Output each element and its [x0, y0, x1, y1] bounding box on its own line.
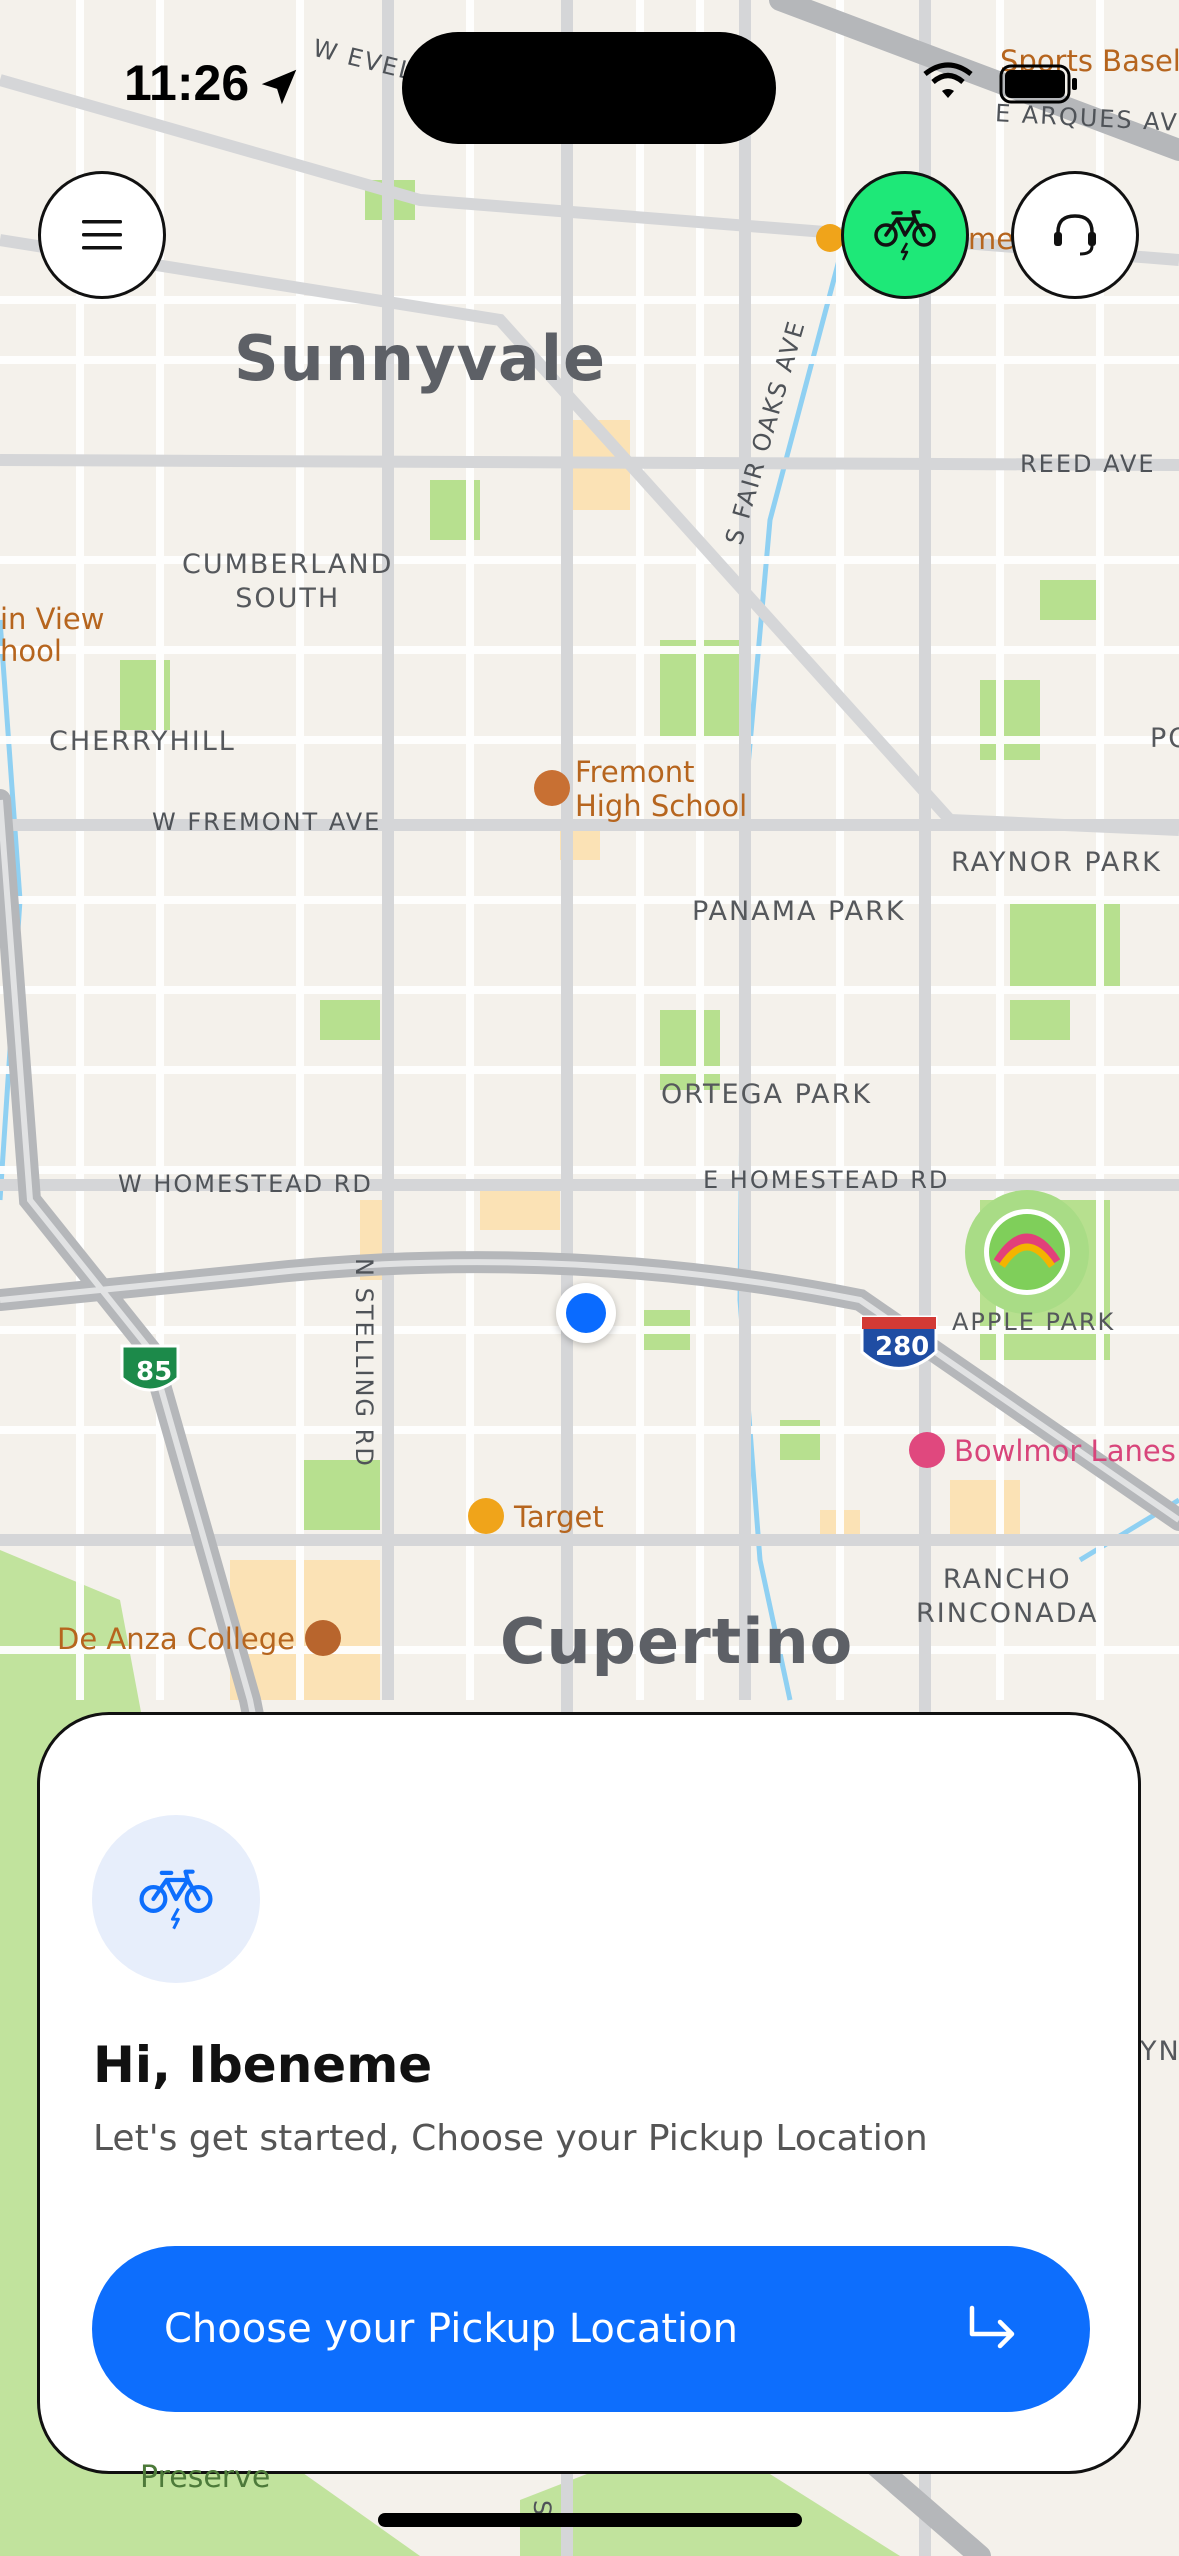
greeting-title: Hi, Ibeneme — [93, 2036, 433, 2094]
status-time: 11:26 — [124, 55, 250, 111]
hamburger-menu-icon — [82, 220, 122, 250]
poi-label-fremont-high: Fremont High School — [575, 755, 748, 823]
poi-label-de-anza: De Anza College — [57, 1622, 296, 1656]
area-label-cherryhill: CHERRYHILL — [49, 726, 236, 757]
area-label-ortega-park: ORTEGA PARK — [661, 1079, 873, 1110]
road-label-w-fremont: W FREMONT AVE — [152, 808, 382, 836]
headset-icon — [1054, 214, 1096, 256]
menu-button[interactable] — [38, 171, 166, 299]
area-label-rancho-rinconada: RANCHO RINCONADA — [916, 1564, 1099, 1629]
sheet-bike-badge — [92, 1815, 260, 1983]
road-label-n-stelling: N STELLING RD — [350, 1258, 378, 1468]
road-label-w-homestead: W HOMESTEAD RD — [118, 1170, 373, 1198]
poi-label-partial: me — [968, 222, 1015, 256]
area-label-raynor-park: RAYNOR PARK — [951, 847, 1162, 878]
wifi-icon — [923, 62, 973, 98]
bike-icon — [874, 210, 936, 261]
support-button[interactable] — [1011, 171, 1139, 299]
area-label-yn: YN — [1140, 2036, 1179, 2067]
poi-label-school: in View hool — [0, 602, 105, 668]
greeting-subtitle: Let's get started, Choose your Pickup Lo… — [93, 2118, 928, 2159]
area-label-panama-park: PANAMA PARK — [692, 896, 906, 927]
area-label-apple-park: APPLE PARK — [952, 1308, 1116, 1336]
i-280-shield-label: 280 — [875, 1332, 930, 1362]
battery-icon — [999, 64, 1077, 104]
location-arrow-icon — [261, 69, 297, 105]
user-location-dot — [556, 1283, 616, 1343]
welcome-sheet: Hi, Ibeneme Let's get started, Choose yo… — [37, 1712, 1141, 2474]
home-indicator — [378, 2513, 802, 2527]
road-label-e-homestead: E HOMESTEAD RD — [703, 1166, 950, 1194]
area-label-preserve: Preserve — [140, 2460, 271, 2495]
city-label-sunnyvale: Sunnyvale — [234, 322, 607, 395]
bike-mode-button[interactable] — [841, 171, 969, 299]
hwy-85-shield-label: 85 — [136, 1357, 173, 1387]
bike-icon — [139, 1869, 213, 1930]
cta-label: Choose your Pickup Location — [164, 2306, 738, 2352]
dynamic-island — [402, 32, 776, 144]
status-bar: 11:26 — [0, 0, 1179, 170]
road-label-reed-ave: REED AVE — [1020, 450, 1156, 478]
city-label-cupertino: Cupertino — [500, 1605, 854, 1678]
poi-label-target: Target — [514, 1500, 604, 1534]
poi-label-bowlmor: Bowlmor Lanes — [954, 1434, 1176, 1468]
choose-pickup-location-button[interactable]: Choose your Pickup Location — [92, 2246, 1090, 2412]
area-label-po: PO — [1150, 723, 1179, 754]
area-label-cumberland: CUMBERLAND SOUTH — [182, 549, 394, 614]
arrow-turn-right-icon — [969, 2305, 1015, 2349]
